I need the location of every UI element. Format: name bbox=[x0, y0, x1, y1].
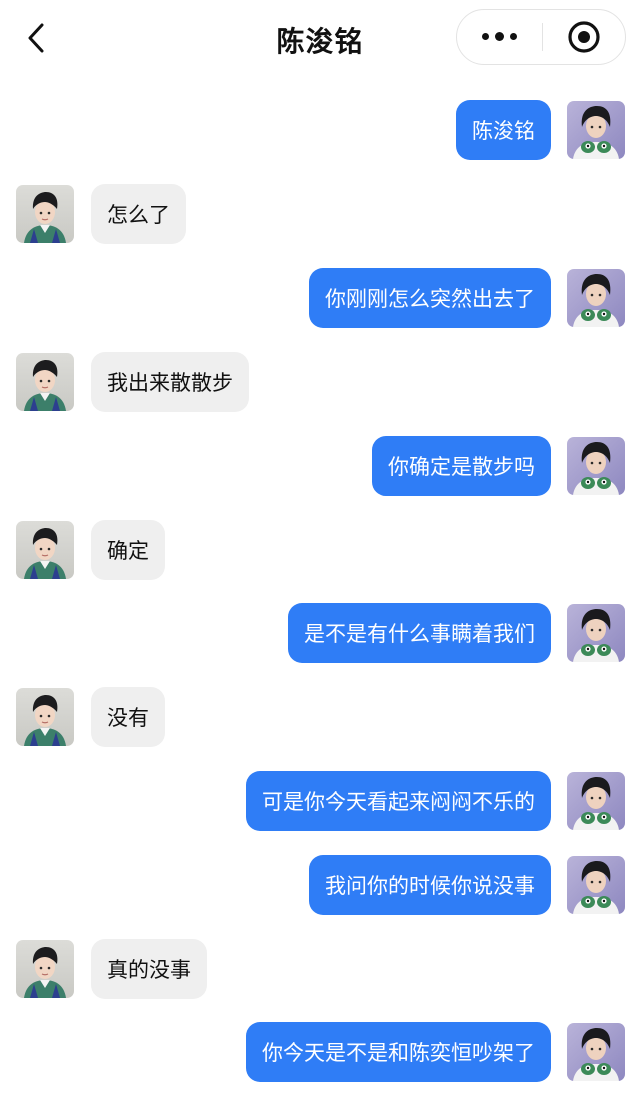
avatar[interactable] bbox=[567, 269, 625, 327]
message-bubble-outgoing[interactable]: 我问你的时候你说没事 bbox=[309, 855, 551, 915]
message-bubble-outgoing[interactable]: 你确定是散步吗 bbox=[372, 436, 551, 496]
message-row: 我问你的时候你说没事 bbox=[0, 855, 640, 915]
message-row: 真的没事 bbox=[0, 939, 640, 999]
message-row: 我出来散散步 bbox=[0, 352, 640, 412]
message-row: 没有 bbox=[0, 687, 640, 747]
message-bubble-outgoing[interactable]: 陈浚铭 bbox=[456, 100, 551, 160]
message-row: 你刚刚怎么突然出去了 bbox=[0, 268, 640, 328]
message-row: 确定 bbox=[0, 520, 640, 580]
message-row: 你今天是不是和陈奕恒吵架了 bbox=[0, 1022, 640, 1082]
avatar[interactable] bbox=[567, 1023, 625, 1081]
avatar[interactable] bbox=[16, 185, 74, 243]
message-bubble-incoming[interactable]: 确定 bbox=[91, 520, 165, 580]
avatar[interactable] bbox=[567, 772, 625, 830]
avatar[interactable] bbox=[567, 101, 625, 159]
message-bubble-incoming[interactable]: 没有 bbox=[91, 687, 165, 747]
avatar[interactable] bbox=[16, 940, 74, 998]
message-row: 陈浚铭 bbox=[0, 100, 640, 160]
message-bubble-incoming[interactable]: 我出来散散步 bbox=[91, 352, 249, 412]
message-bubble-incoming[interactable]: 怎么了 bbox=[91, 184, 186, 244]
avatar[interactable] bbox=[567, 856, 625, 914]
avatar[interactable] bbox=[16, 353, 74, 411]
message-row: 可是你今天看起来闷闷不乐的 bbox=[0, 771, 640, 831]
avatar[interactable] bbox=[567, 604, 625, 662]
message-row: 你确定是散步吗 bbox=[0, 436, 640, 496]
message-bubble-outgoing[interactable]: 你刚刚怎么突然出去了 bbox=[309, 268, 551, 328]
message-row: 怎么了 bbox=[0, 184, 640, 244]
message-bubble-outgoing[interactable]: 你今天是不是和陈奕恒吵架了 bbox=[246, 1022, 551, 1082]
message-bubble-outgoing[interactable]: 是不是有什么事瞒着我们 bbox=[288, 603, 551, 663]
message-bubble-incoming[interactable]: 真的没事 bbox=[91, 939, 207, 999]
avatar[interactable] bbox=[16, 521, 74, 579]
message-bubble-outgoing[interactable]: 可是你今天看起来闷闷不乐的 bbox=[246, 771, 551, 831]
avatar[interactable] bbox=[567, 437, 625, 495]
message-row: 是不是有什么事瞒着我们 bbox=[0, 603, 640, 663]
avatar[interactable] bbox=[16, 688, 74, 746]
chat-list: 陈浚铭 怎么了 你刚刚怎么突然出去了 我出来散散步 你确定是散步吗 确定 是不是… bbox=[0, 0, 640, 1106]
